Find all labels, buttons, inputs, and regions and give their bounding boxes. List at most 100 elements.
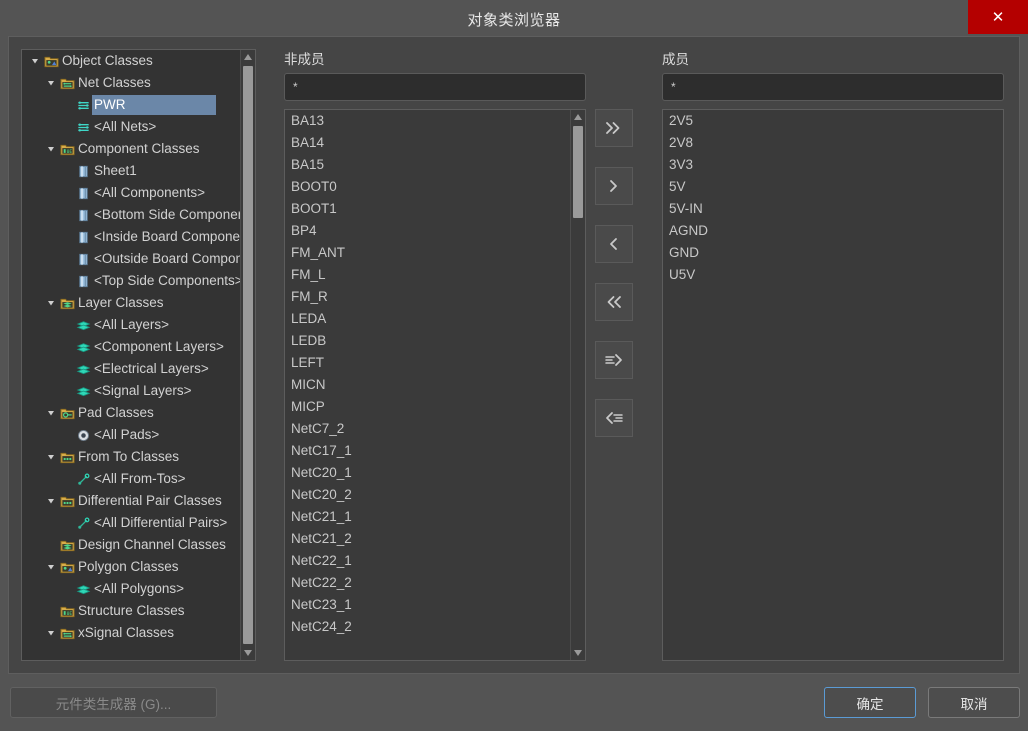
net-class-folder-icon: [58, 76, 76, 91]
member-list-item[interactable]: 3V3: [663, 154, 1003, 176]
nonmember-list-item[interactable]: BA13: [285, 110, 571, 132]
tree-node-all-from-tos[interactable]: <All From-Tos>: [22, 468, 241, 490]
chevron-left-icon: [605, 237, 623, 251]
tree-node-label: Sheet1: [94, 163, 137, 178]
tree-node-outside-board-components[interactable]: <Outside Board Components>: [22, 248, 241, 270]
tree-node-all-nets[interactable]: <All Nets>: [22, 116, 241, 138]
add-selected-button[interactable]: [595, 167, 633, 205]
nonmember-list-item[interactable]: NetC22_1: [285, 550, 571, 572]
cancel-button[interactable]: 取消: [928, 687, 1020, 718]
tree-node-all-polygons[interactable]: <All Polygons>: [22, 578, 241, 600]
layer-icon: [74, 318, 92, 333]
tree-node-label: Structure Classes: [78, 603, 185, 618]
tree-node-pwr[interactable]: PWR: [22, 94, 241, 116]
nonmember-list-item[interactable]: FM_ANT: [285, 242, 571, 264]
tree-node-component-classes[interactable]: 0E Component Classes: [22, 138, 241, 160]
tree-node-top-side-components[interactable]: <Top Side Components>: [22, 270, 241, 292]
tree-node-differential-pair-classes[interactable]: Differential Pair Classes: [22, 490, 241, 512]
chevron-down-icon[interactable]: [44, 145, 58, 153]
nonmember-list-item[interactable]: LEDA: [285, 308, 571, 330]
object-class-tree[interactable]: Object Classes Net Classes PWR <All Nets> 0E…: [21, 49, 256, 661]
remove-all-button[interactable]: [595, 283, 633, 321]
remove-list-button[interactable]: [595, 399, 633, 437]
nonmember-list-item[interactable]: LEFT: [285, 352, 571, 374]
tree-node-pad-classes[interactable]: Pad Classes: [22, 402, 241, 424]
scroll-up-icon[interactable]: [571, 110, 585, 124]
tree-node-structure-classes[interactable]: 0E Structure Classes: [22, 600, 241, 622]
member-list-item[interactable]: 2V5: [663, 110, 1003, 132]
nonmember-list-item[interactable]: NetC21_2: [285, 528, 571, 550]
tree-scrollbar[interactable]: [240, 50, 255, 660]
tree-node-sheet1[interactable]: Sheet1: [22, 160, 241, 182]
member-list-item[interactable]: 5V-IN: [663, 198, 1003, 220]
ok-button[interactable]: 确定: [824, 687, 916, 718]
tree-node-object-classes[interactable]: Object Classes: [22, 50, 241, 72]
tree-node-label: From To Classes: [78, 449, 180, 464]
nonmember-list-item[interactable]: BOOT0: [285, 176, 571, 198]
nonmember-list-item[interactable]: NetC23_1: [285, 594, 571, 616]
chevron-down-icon[interactable]: [44, 409, 58, 417]
tree-node-all-differential-pairs[interactable]: <All Differential Pairs>: [22, 512, 241, 534]
scroll-down-icon[interactable]: [241, 646, 255, 660]
chevron-down-icon[interactable]: [44, 79, 58, 87]
nonmember-list-item[interactable]: MICP: [285, 396, 571, 418]
add-all-button[interactable]: [595, 109, 633, 147]
chevron-down-icon[interactable]: [44, 629, 58, 637]
tree-node-layer-classes[interactable]: Layer Classes: [22, 292, 241, 314]
close-icon[interactable]: ✕: [968, 0, 1028, 34]
tree-node-inside-board-components[interactable]: <Inside Board Components>: [22, 226, 241, 248]
tree-node-polygon-classes[interactable]: Polygon Classes: [22, 556, 241, 578]
nonmembers-filter-input[interactable]: *: [284, 73, 586, 101]
members-listbox[interactable]: 2V5 2V8 3V3 5V 5V-IN AGND GND U5V: [662, 109, 1004, 661]
member-list-item[interactable]: U5V: [663, 264, 1003, 286]
nonmember-list-item[interactable]: LEDB: [285, 330, 571, 352]
nonmember-list-item[interactable]: NetC17_1: [285, 440, 571, 462]
component-class-generator-button[interactable]: 元件类生成器 (G)...: [10, 687, 217, 718]
chevron-down-icon[interactable]: [44, 299, 58, 307]
chevron-down-icon[interactable]: [28, 57, 42, 65]
members-filter-input[interactable]: *: [662, 73, 1004, 101]
chevron-down-icon[interactable]: [44, 563, 58, 571]
nonmember-list-item[interactable]: BP4: [285, 220, 571, 242]
scroll-down-icon[interactable]: [571, 646, 585, 660]
tree-node-xsignal-classes[interactable]: xSignal Classes: [22, 622, 241, 644]
nonmember-list-item[interactable]: NetC20_1: [285, 462, 571, 484]
remove-selected-button[interactable]: [595, 225, 633, 263]
nonmember-list-item[interactable]: FM_R: [285, 286, 571, 308]
add-list-button[interactable]: [595, 341, 633, 379]
lines-arrow-right-icon: [603, 353, 625, 367]
nonmembers-listbox[interactable]: BA13 BA14 BA15 BOOT0 BOOT1 BP4 FM_ANT FM_L FM_R L…: [284, 109, 586, 661]
tree-node-all-layers[interactable]: <All Layers>: [22, 314, 241, 336]
member-list-item[interactable]: AGND: [663, 220, 1003, 242]
transfer-button-column: [595, 49, 633, 661]
tree-node-design-channel-classes[interactable]: Design Channel Classes: [22, 534, 241, 556]
nonmember-list-item[interactable]: NetC22_2: [285, 572, 571, 594]
nonmembers-scrollbar[interactable]: [570, 110, 585, 660]
nonmember-list-item[interactable]: NetC24_2: [285, 616, 571, 638]
tree-node-net-classes[interactable]: Net Classes: [22, 72, 241, 94]
tree-node-all-components[interactable]: <All Components>: [22, 182, 241, 204]
tree-node-signal-layers[interactable]: <Signal Layers>: [22, 380, 241, 402]
nonmember-list-item[interactable]: NetC7_2: [285, 418, 571, 440]
tree-scrollbar-thumb[interactable]: [243, 66, 253, 644]
nonmembers-list: BA13 BA14 BA15 BOOT0 BOOT1 BP4 FM_ANT FM_L FM_R L…: [285, 110, 571, 660]
scroll-up-icon[interactable]: [241, 50, 255, 64]
tree-node-component-layers[interactable]: <Component Layers>: [22, 336, 241, 358]
nonmember-list-item[interactable]: BA14: [285, 132, 571, 154]
chevron-down-icon[interactable]: [44, 497, 58, 505]
member-list-item[interactable]: 2V8: [663, 132, 1003, 154]
tree-node-electrical-layers[interactable]: <Electrical Layers>: [22, 358, 241, 380]
nonmembers-scrollbar-thumb[interactable]: [573, 126, 583, 218]
tree-node-from-to-classes[interactable]: From To Classes: [22, 446, 241, 468]
nonmember-list-item[interactable]: FM_L: [285, 264, 571, 286]
tree-node-bottom-side-components[interactable]: <Bottom Side Components>: [22, 204, 241, 226]
tree-node-all-pads[interactable]: <All Pads>: [22, 424, 241, 446]
member-list-item[interactable]: 5V: [663, 176, 1003, 198]
chevron-down-icon[interactable]: [44, 453, 58, 461]
nonmember-list-item[interactable]: MICN: [285, 374, 571, 396]
nonmember-list-item[interactable]: BOOT1: [285, 198, 571, 220]
nonmember-list-item[interactable]: NetC20_2: [285, 484, 571, 506]
nonmember-list-item[interactable]: BA15: [285, 154, 571, 176]
member-list-item[interactable]: GND: [663, 242, 1003, 264]
nonmember-list-item[interactable]: NetC21_1: [285, 506, 571, 528]
